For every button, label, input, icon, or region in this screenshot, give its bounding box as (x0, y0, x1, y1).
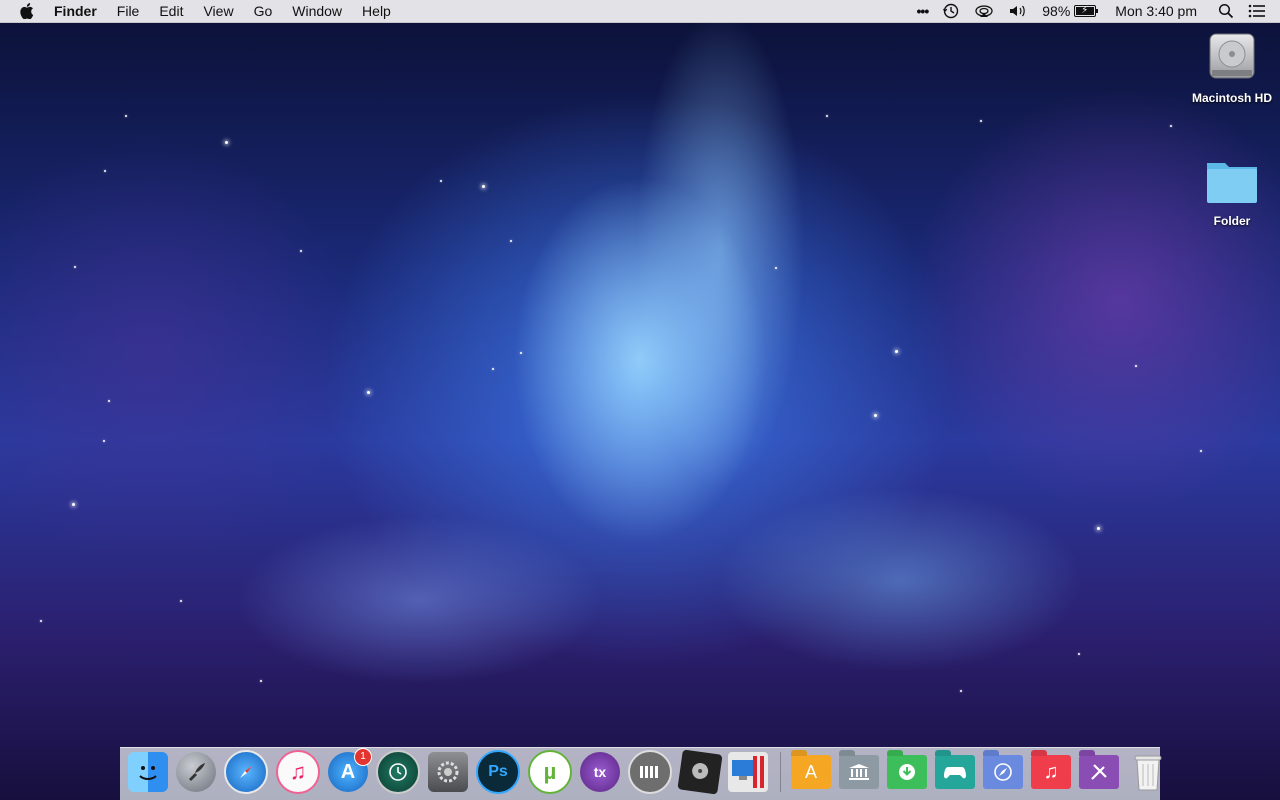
dock-separator (780, 752, 781, 792)
library-folder-icon[interactable] (839, 755, 879, 789)
menu-edit[interactable]: Edit (149, 0, 193, 22)
time-machine-icon[interactable] (935, 2, 967, 20)
notification-center-icon[interactable] (1241, 4, 1280, 18)
menu-window[interactable]: Window (282, 0, 352, 22)
menu-view[interactable]: View (193, 0, 243, 22)
finder-icon[interactable] (128, 752, 168, 792)
clipper-icon[interactable] (628, 750, 672, 794)
system-preferences-icon[interactable] (428, 752, 468, 792)
hard-drive-icon (1204, 28, 1260, 84)
music-folder-icon[interactable]: ♫ (1031, 755, 1071, 789)
itunes-icon[interactable]: ♫ (276, 750, 320, 794)
battery-icon: ⚡ (1074, 5, 1099, 17)
applications-folder-icon[interactable]: A (791, 755, 831, 789)
desktop-icon-label: Folder (1213, 214, 1251, 228)
folder-icon (1203, 155, 1261, 207)
web-folder-icon[interactable] (983, 755, 1023, 789)
launchpad-icon[interactable] (176, 752, 216, 792)
photoshop-label: Ps (488, 763, 508, 780)
safari-icon[interactable] (224, 750, 268, 794)
clock[interactable]: Mon 3:40 pm (1103, 0, 1211, 22)
time-machine-icon[interactable] (376, 750, 420, 794)
charging-bolt-icon: ⚡ (1081, 5, 1089, 16)
spotlight-icon[interactable] (1211, 3, 1241, 19)
games-folder-icon[interactable] (935, 755, 975, 789)
menu-file[interactable]: File (107, 0, 150, 22)
menu-go[interactable]: Go (244, 0, 283, 22)
more-icon[interactable]: ••• (910, 0, 936, 22)
desktop-icon-folder[interactable]: Folder (1192, 155, 1272, 229)
tor-browser-icon[interactable]: tx (580, 752, 620, 792)
dock-items: ♫ A 1 Ps µ tx A ♫ (128, 748, 1173, 795)
parallels-icon[interactable] (728, 752, 768, 792)
disk-utility-icon[interactable] (677, 749, 723, 795)
menu-bar: Finder File Edit View Go Window Help •••… (0, 0, 1280, 23)
app-store-icon[interactable]: A 1 (328, 748, 372, 792)
utilities-folder-icon[interactable] (1079, 755, 1119, 789)
battery-status[interactable]: 98% ⚡ (1035, 0, 1103, 22)
photoshop-icon[interactable]: Ps (476, 750, 520, 794)
volume-icon[interactable] (1001, 3, 1035, 19)
downloads-folder-icon[interactable] (887, 755, 927, 789)
apple-menu-icon[interactable] (18, 0, 36, 22)
desktop-icon-macintosh-hd[interactable]: Macintosh HD (1192, 28, 1272, 106)
app-store-badge: 1 (354, 748, 372, 766)
utorrent-icon[interactable]: µ (528, 750, 572, 794)
menu-app-finder[interactable]: Finder (44, 0, 107, 22)
desktop-icon-label: Macintosh HD (1192, 91, 1273, 105)
desktop-wallpaper (0, 0, 1280, 800)
menu-help[interactable]: Help (352, 0, 401, 22)
trash-icon[interactable] (1131, 752, 1165, 792)
battery-percent: 98% (1042, 3, 1071, 19)
airplay-icon[interactable] (967, 3, 1001, 19)
